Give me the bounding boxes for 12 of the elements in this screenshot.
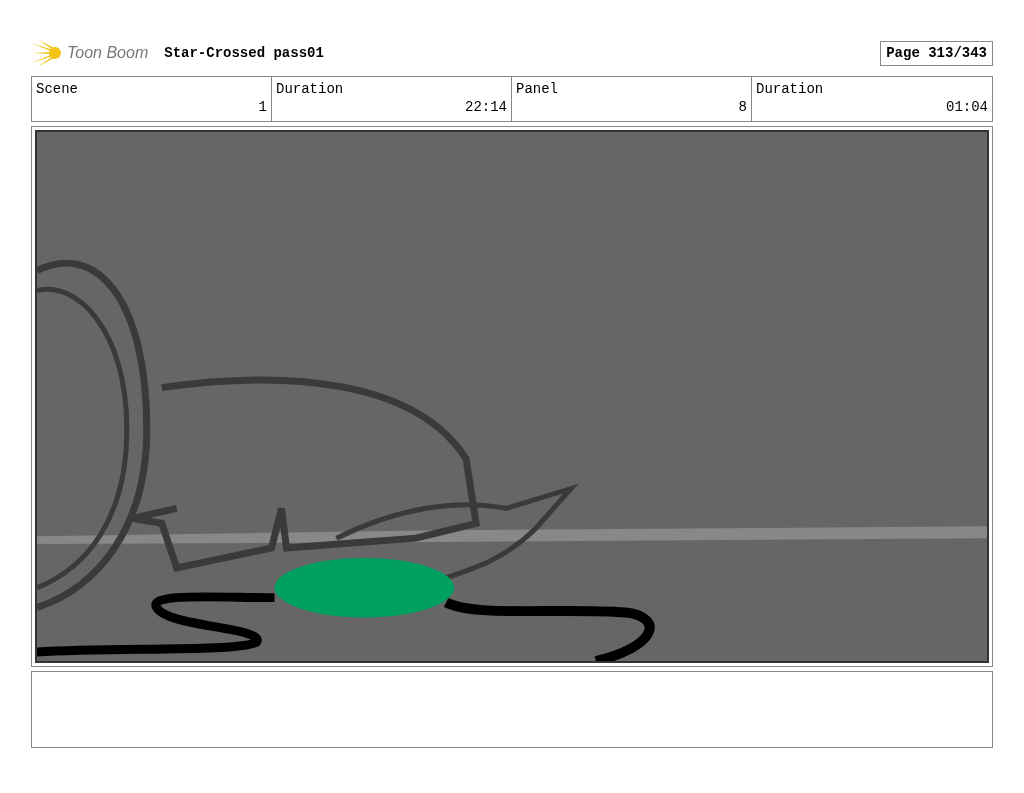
column-heading: Panel: [516, 80, 558, 98]
column-entry: 22:14: [464, 98, 507, 116]
column-heading: Duration: [276, 80, 344, 98]
page-number: Page 313/343: [880, 40, 993, 66]
column-entry: 1: [257, 98, 267, 116]
storyboard-title: Star-Crossed pass01: [164, 43, 324, 63]
column-heading: Duration: [756, 80, 824, 98]
column-entry: 01:04: [945, 98, 988, 116]
starburst-logo-icon: [31, 39, 63, 67]
column-heading: Scene: [36, 80, 78, 98]
column-entry: 8: [737, 98, 747, 116]
logo-text: Toon Boom: [67, 43, 149, 63]
